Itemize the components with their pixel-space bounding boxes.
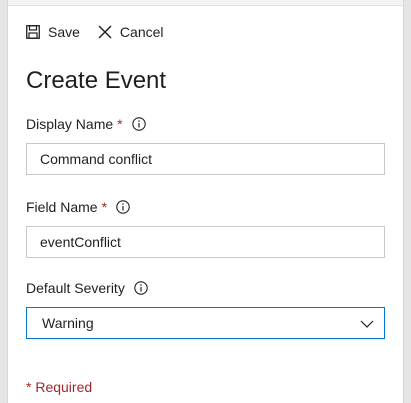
toolbar: Save Cancel	[26, 22, 182, 42]
save-button[interactable]: Save	[26, 24, 80, 40]
info-icon[interactable]	[134, 281, 148, 295]
save-icon	[26, 25, 40, 39]
page-title: Create Event	[26, 67, 167, 94]
display-name-input[interactable]: Command conflict	[26, 143, 385, 175]
panel-top-divider	[8, 0, 403, 6]
display-name-field: Display Name * Command conflict	[26, 115, 385, 175]
required-asterisk: *	[117, 116, 123, 132]
required-asterisk: *	[101, 199, 108, 215]
close-icon	[98, 25, 112, 39]
display-name-label-row: Display Name *	[26, 115, 385, 133]
cancel-button[interactable]: Cancel	[98, 24, 164, 40]
chevron-down-icon	[360, 315, 374, 331]
info-icon[interactable]	[116, 200, 130, 214]
default-severity-label-row: Default Severity	[26, 279, 385, 297]
field-name-label-row: Field Name *	[26, 198, 385, 216]
field-name-label: Field Name	[26, 199, 98, 215]
field-name-field: Field Name * eventConflict	[26, 198, 385, 258]
field-name-input[interactable]: eventConflict	[26, 226, 385, 258]
display-name-label: Display Name	[26, 116, 114, 132]
info-icon[interactable]	[131, 117, 146, 131]
default-severity-value: Warning	[42, 315, 94, 331]
save-label: Save	[48, 24, 80, 40]
default-severity-field: Default Severity Warning	[26, 279, 385, 339]
default-severity-label: Default Severity	[26, 280, 125, 296]
create-event-panel: Save Cancel Create Event Display Name *	[7, 0, 404, 403]
cancel-label: Cancel	[119, 24, 164, 40]
required-note: * Required	[26, 379, 93, 395]
default-severity-dropdown[interactable]: Warning	[26, 307, 385, 339]
